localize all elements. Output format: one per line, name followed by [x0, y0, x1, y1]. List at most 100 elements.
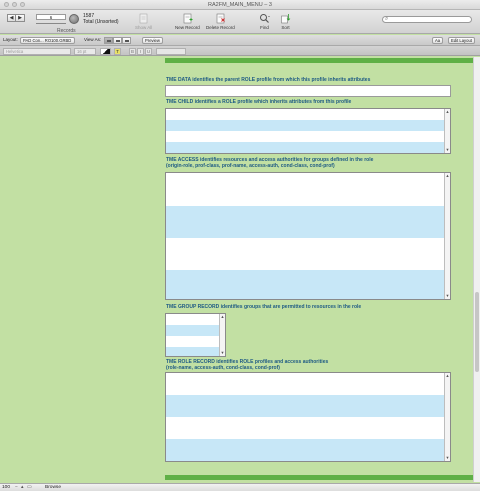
scroll-up-icon[interactable]: ▲ — [445, 174, 450, 178]
record-number-field[interactable]: 6 — [36, 14, 66, 20]
portal-scrollbar[interactable]: ▲ ▼ — [444, 373, 450, 461]
bold-button[interactable]: B — [129, 47, 136, 55]
portal-row[interactable] — [166, 325, 225, 336]
portal-row[interactable] — [166, 417, 450, 439]
portal-row[interactable] — [166, 395, 450, 417]
portal-scrollbar[interactable]: ▲ ▼ — [444, 109, 450, 153]
portal-row[interactable] — [166, 173, 450, 206]
records-label: Records — [57, 28, 76, 34]
italic-button[interactable]: I — [137, 47, 144, 55]
zoom-level[interactable]: 100 — [2, 485, 10, 491]
zoom-in-icon[interactable]: ▴ — [21, 485, 23, 491]
portal-row[interactable] — [166, 109, 450, 120]
portal-row[interactable] — [166, 373, 450, 395]
mode-indicator: Browse — [45, 485, 61, 490]
delete-record-icon — [216, 13, 225, 24]
portal-row[interactable] — [166, 347, 225, 356]
portal-row[interactable] — [166, 206, 450, 238]
window-scrollbar[interactable] — [473, 57, 480, 482]
sort-button[interactable]: Sort — [280, 13, 291, 30]
find-icon — [260, 14, 270, 23]
list-view-icon — [116, 40, 120, 42]
preview-button[interactable]: Preview — [142, 37, 163, 44]
sort-label: Sort — [281, 25, 290, 30]
scroll-down-icon[interactable]: ▼ — [445, 456, 450, 460]
scroll-down-icon[interactable]: ▼ — [445, 148, 450, 152]
portal-row[interactable] — [166, 314, 225, 325]
tme-group-label: TME GROUP RECORD identifies groups that … — [166, 304, 362, 310]
footer-divider — [165, 475, 473, 480]
layout-select-value: PAD Con... RO100.GRBD — [23, 38, 72, 43]
scroll-up-icon[interactable]: ▲ — [445, 110, 450, 114]
search-icon: ⌕ — [385, 16, 389, 22]
record-total-label: Total (Unsorted) — [83, 18, 119, 25]
nav-forward-icon[interactable]: ▶ — [16, 14, 25, 22]
portal-row[interactable] — [166, 142, 450, 153]
tme-child-label: TME CHILD identifies a ROLE profile whic… — [166, 99, 352, 105]
view-as-list-button[interactable] — [113, 37, 122, 44]
record-slider[interactable] — [36, 23, 66, 24]
format-bar: Helvetica 16 pt T B I U — [0, 46, 480, 56]
tme-access-label-line2: (origin-role, prof-class, prof-name, acc… — [166, 163, 335, 169]
tme-child-portal[interactable]: ▲ ▼ — [165, 108, 451, 154]
portal-row[interactable] — [166, 439, 450, 461]
portal-scrollbar[interactable]: ▲ ▼ — [444, 173, 450, 299]
text-format-button[interactable]: Aa — [432, 37, 444, 44]
portal-scrollbar[interactable]: ▲ ▼ — [219, 314, 225, 356]
tme-group-portal[interactable]: ▲ ▼ — [165, 313, 226, 357]
aa-label: Aa — [435, 38, 441, 43]
scroll-up-icon[interactable]: ▲ — [220, 315, 225, 319]
new-record-icon — [183, 13, 193, 24]
font-size-select[interactable]: 16 pt — [74, 47, 96, 55]
text-color-swatch[interactable] — [100, 47, 111, 55]
record-count: 1587 Total (Unsorted) — [83, 13, 119, 25]
portal-row[interactable] — [166, 336, 225, 347]
tme-access-label: TME ACCESS identifies resources and acce… — [166, 157, 373, 169]
tme-data-field[interactable] — [165, 85, 451, 97]
record-pie-indicator — [69, 14, 79, 24]
new-record-button[interactable]: New Record — [175, 13, 200, 30]
delete-record-button[interactable]: Delete Record — [206, 13, 235, 30]
delete-record-label: Delete Record — [206, 25, 235, 30]
tme-data-label: TME DATA identifies the parent ROLE prof… — [166, 77, 371, 83]
sort-icon — [281, 14, 291, 24]
portal-row[interactable] — [166, 131, 450, 142]
window-scroll-thumb[interactable] — [475, 292, 479, 372]
alignment-buttons[interactable] — [156, 47, 186, 55]
scroll-up-icon[interactable]: ▲ — [445, 374, 450, 378]
highlight-button[interactable]: T — [114, 47, 121, 55]
layout-label: Layout: — [3, 37, 18, 42]
toggle-toolbar-icon[interactable]: ▭ — [27, 485, 32, 491]
tme-role-label: TME ROLE RECORD identifies ROLE profiles… — [166, 359, 328, 371]
find-button[interactable]: Find — [259, 13, 270, 30]
layout-bar: Layout: PAD Con... RO100.GRBD View As: P… — [0, 35, 480, 46]
underline-button[interactable]: U — [145, 47, 152, 55]
portal-row[interactable] — [166, 120, 450, 131]
title-bar: RA2FM_MAIN_MENU – 3 — [0, 0, 480, 10]
layout-select[interactable]: PAD Con... RO100.GRBD — [20, 37, 75, 44]
portal-row[interactable] — [166, 270, 450, 299]
show-all-label: Show All — [135, 25, 153, 30]
view-as-form-button[interactable] — [104, 37, 113, 44]
show-all-button[interactable]: Show All — [135, 13, 152, 30]
preview-label: Preview — [145, 38, 160, 43]
find-label: Find — [260, 25, 269, 30]
edit-layout-button[interactable]: Edit Layout — [448, 37, 475, 44]
nav-back-icon[interactable]: ◀ — [7, 14, 16, 22]
scroll-down-icon[interactable]: ▼ — [220, 351, 225, 355]
quick-find-search[interactable]: ⌕ — [382, 16, 472, 23]
show-all-icon — [139, 13, 148, 24]
toolbar: ◀ ▶ 6 1587 Total (Unsorted) Records Show… — [0, 10, 480, 34]
font-size-value: 16 pt — [77, 48, 87, 54]
tme-access-portal[interactable]: ▲ ▼ — [165, 172, 451, 300]
view-as-table-button[interactable] — [122, 37, 131, 44]
font-select[interactable]: Helvetica — [3, 47, 71, 55]
status-bar: 100 − ▴ ▭ Browse — [0, 483, 480, 491]
portal-row[interactable] — [166, 238, 450, 270]
tme-role-portal[interactable]: ▲ ▼ — [165, 372, 451, 462]
scroll-down-icon[interactable]: ▼ — [445, 294, 450, 298]
edit-layout-label: Edit Layout — [451, 38, 472, 43]
zoom-out-icon[interactable]: − — [15, 485, 18, 491]
view-as-label: View As: — [84, 37, 102, 42]
header-divider — [165, 58, 473, 63]
